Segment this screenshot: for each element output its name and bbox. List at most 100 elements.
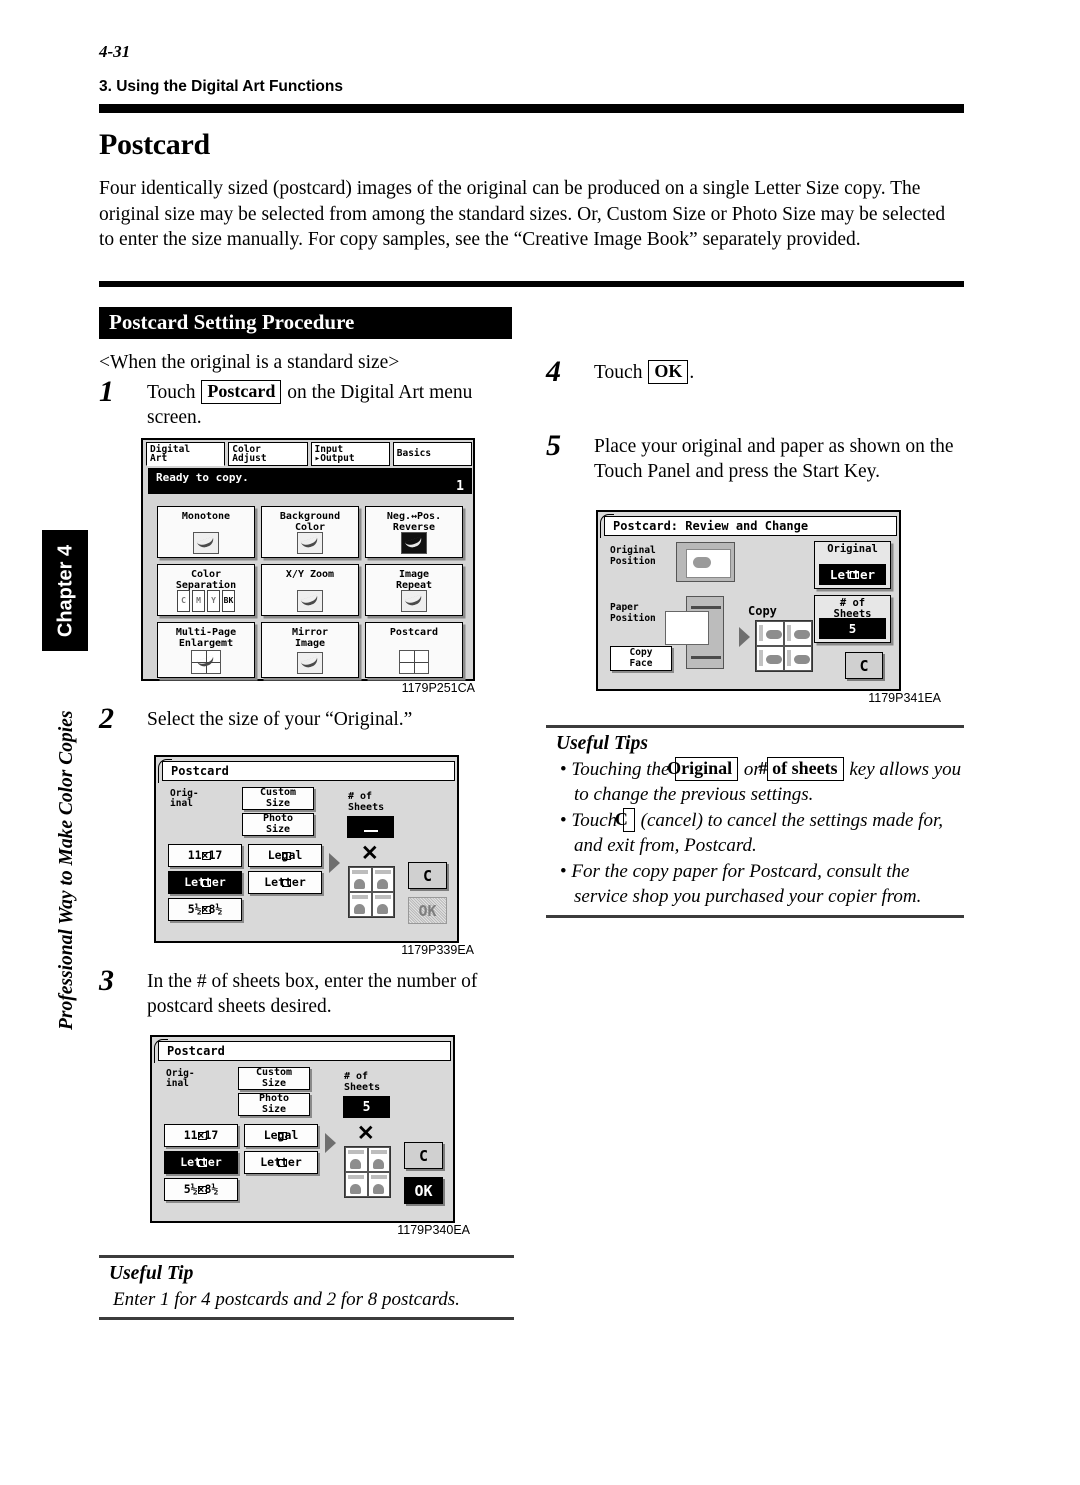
function-mirror-image[interactable]: Mirror Image [261, 622, 359, 678]
touch-panel-review[interactable]: Postcard: Review and Change Original Pos… [596, 510, 901, 691]
tab-basics[interactable]: Basics [392, 442, 472, 466]
panel-title-b: Postcard [158, 1041, 451, 1061]
sheets-value-a[interactable] [347, 816, 394, 838]
quad-split-icon [191, 650, 221, 674]
tip-rule-top [99, 1255, 514, 1258]
button-size-letter-landscape-a[interactable]: Letter [168, 871, 242, 894]
step-1-text-before: Touch [147, 382, 196, 403]
step-5-number: 5 [546, 429, 561, 462]
paper-landscape-icon [202, 851, 211, 860]
quad-preview-a [348, 866, 395, 918]
header-rule [99, 104, 964, 113]
function-multi-page-enlargement[interactable]: Multi-Page Enlargemt [157, 622, 255, 678]
button-custom-size-b-l2: Size [261, 1077, 287, 1089]
label-sheets-b: # of Sheets [344, 1071, 380, 1093]
step-1-text-after: on the Digital Art menu screen. [147, 382, 473, 428]
touch-panel-postcard-a[interactable]: Postcard Orig- inal # of Sheets Custom S… [154, 755, 459, 943]
postcard-key[interactable]: Postcard [201, 380, 282, 404]
tip-item-1: Touching the Original or # of sheets key… [560, 757, 964, 807]
button-cancel-review[interactable]: C [845, 652, 883, 679]
button-custom-size-a[interactable]: Custom Size [242, 787, 314, 810]
cancel-key[interactable]: C [615, 808, 635, 832]
tab-digital-art[interactable]: Digital Art [146, 442, 226, 466]
label-original-b-l2: inal [166, 1078, 189, 1089]
function-row-2: Color Separation C M Y BK X/Y Zoom Image… [157, 564, 467, 616]
tab-input-output-line2: ▸Output [314, 453, 355, 464]
function-neg-pos-reverse[interactable]: Neg.↔Pos. Reverse [365, 506, 463, 558]
chapter-tab: Chapter 4 [42, 530, 88, 651]
sidebar-caption: Professional Way to Make Color Copies [38, 690, 82, 1030]
step-4-text-before: Touch [594, 362, 643, 383]
sheets-value-b[interactable]: 5 [343, 1096, 390, 1118]
useful-tips-list: Touching the Original or # of sheets key… [546, 757, 964, 909]
paper-landscape-icon [202, 905, 211, 914]
button-photo-size-b[interactable]: Photo Size [238, 1093, 310, 1116]
button-sheets-group[interactable]: # of Sheets 5 [814, 595, 891, 643]
sheets-key[interactable]: # of sheets [759, 757, 844, 781]
label-paper-position: Paper Position [610, 602, 656, 624]
button-size-letter-portrait-b[interactable]: Letter [244, 1151, 318, 1174]
function-neg-pos-label1: Neg.↔Pos. [386, 511, 442, 522]
standard-size-note: <When the original is a standard size> [99, 352, 400, 373]
tab-input-output[interactable]: Input ▸Output [310, 442, 390, 466]
right-column: 4 Touch OK. 5 Place your original and pa… [546, 352, 966, 918]
function-background-color-label1: Background [279, 511, 341, 522]
original-position-illustration [676, 542, 735, 582]
ok-key[interactable]: OK [648, 360, 689, 384]
function-background-color[interactable]: Background Color [261, 506, 359, 558]
original-key[interactable]: Original [667, 757, 739, 781]
button-size-11x17-b[interactable]: 11×17 [164, 1124, 238, 1147]
multiply-icon: ✕ [357, 1122, 375, 1145]
panel-title-review: Postcard: Review and Change [604, 516, 897, 536]
button-size-legal-b[interactable]: Legal [244, 1124, 318, 1147]
useful-tip-left-text: Enter 1 for 4 postcards and 2 for 8 post… [113, 1289, 460, 1310]
function-xy-zoom[interactable]: X/Y Zoom [261, 564, 359, 616]
banana-repeat-icon [401, 590, 427, 612]
section-label: 3. Using the Digital Art Functions [99, 78, 343, 95]
function-xy-zoom-label: X/Y Zoom [285, 569, 335, 580]
touch-panel-digital-art[interactable]: Digital Art Color Adjust Input ▸Output B… [141, 438, 475, 681]
button-ok-b[interactable]: OK [404, 1177, 443, 1204]
button-cancel-b[interactable]: C [404, 1142, 443, 1169]
banana-inverted-icon [401, 532, 427, 554]
label-sheets-a: # of Sheets [348, 791, 384, 813]
button-original-group[interactable]: Original Letter [814, 541, 891, 589]
tab-color-adjust[interactable]: Color Adjust [228, 442, 308, 466]
button-size-11x17-a[interactable]: 11×17 [168, 844, 242, 867]
chapter-tab-label: Chapter 4 [54, 544, 76, 637]
tip-1-seg1: Touching the [571, 759, 670, 780]
button-sheets-value: 5 [819, 618, 886, 639]
button-copy-face-l2: Face [629, 657, 653, 669]
paper-landscape-icon [849, 570, 859, 579]
function-color-separation[interactable]: Color Separation C M Y BK [157, 564, 255, 616]
button-size-half-letter-a[interactable]: 5½×8½ [168, 898, 242, 921]
button-size-half-letter-b[interactable]: 5½×8½ [164, 1178, 238, 1201]
function-image-repeat[interactable]: Image Repeat [365, 564, 463, 616]
status-message: Ready to copy. [156, 471, 249, 484]
touch-panel-postcard-b[interactable]: Postcard Orig- inal # of Sheets Custom S… [150, 1035, 455, 1223]
figure-postcard-size-empty: Postcard Orig- inal # of Sheets Custom S… [154, 755, 474, 957]
button-custom-size-b[interactable]: Custom Size [238, 1067, 310, 1090]
channel-bk: BK [222, 590, 235, 612]
tip-item-2: Touch C (cancel) to cancel the settings … [560, 808, 964, 858]
button-photo-size-a[interactable]: Photo Size [242, 813, 314, 836]
button-size-letter-portrait-a[interactable]: Letter [248, 871, 322, 894]
label-original-position: Original Position [610, 545, 656, 567]
function-multi-page-label2: Enlargemt [178, 637, 234, 649]
button-ok-a[interactable]: OK [408, 897, 447, 924]
button-custom-size-b-l1: Custom [255, 1067, 293, 1079]
useful-tips-right-heading: Useful Tips [556, 733, 648, 754]
figure-4-caption: 1179P341EA [868, 691, 941, 705]
button-size-legal-a[interactable]: Legal [248, 844, 322, 867]
step-1-body: Touch Postcard on the Digital Art menu s… [147, 380, 519, 430]
figure-digital-art-menu: Digital Art Color Adjust Input ▸Output B… [141, 438, 475, 695]
function-color-separation-label1: Color [190, 569, 222, 580]
button-sheets-caption: # of Sheets [815, 596, 890, 620]
button-copy-face[interactable]: Copy Face [610, 646, 672, 671]
function-postcard[interactable]: Postcard [365, 622, 463, 678]
useful-tip-left-heading: Useful Tip [109, 1263, 194, 1284]
button-cancel-a[interactable]: C [408, 862, 447, 889]
function-monotone[interactable]: Monotone [157, 506, 255, 558]
button-size-letter-landscape-b[interactable]: Letter [164, 1151, 238, 1174]
tips-rule-bottom [546, 915, 964, 918]
